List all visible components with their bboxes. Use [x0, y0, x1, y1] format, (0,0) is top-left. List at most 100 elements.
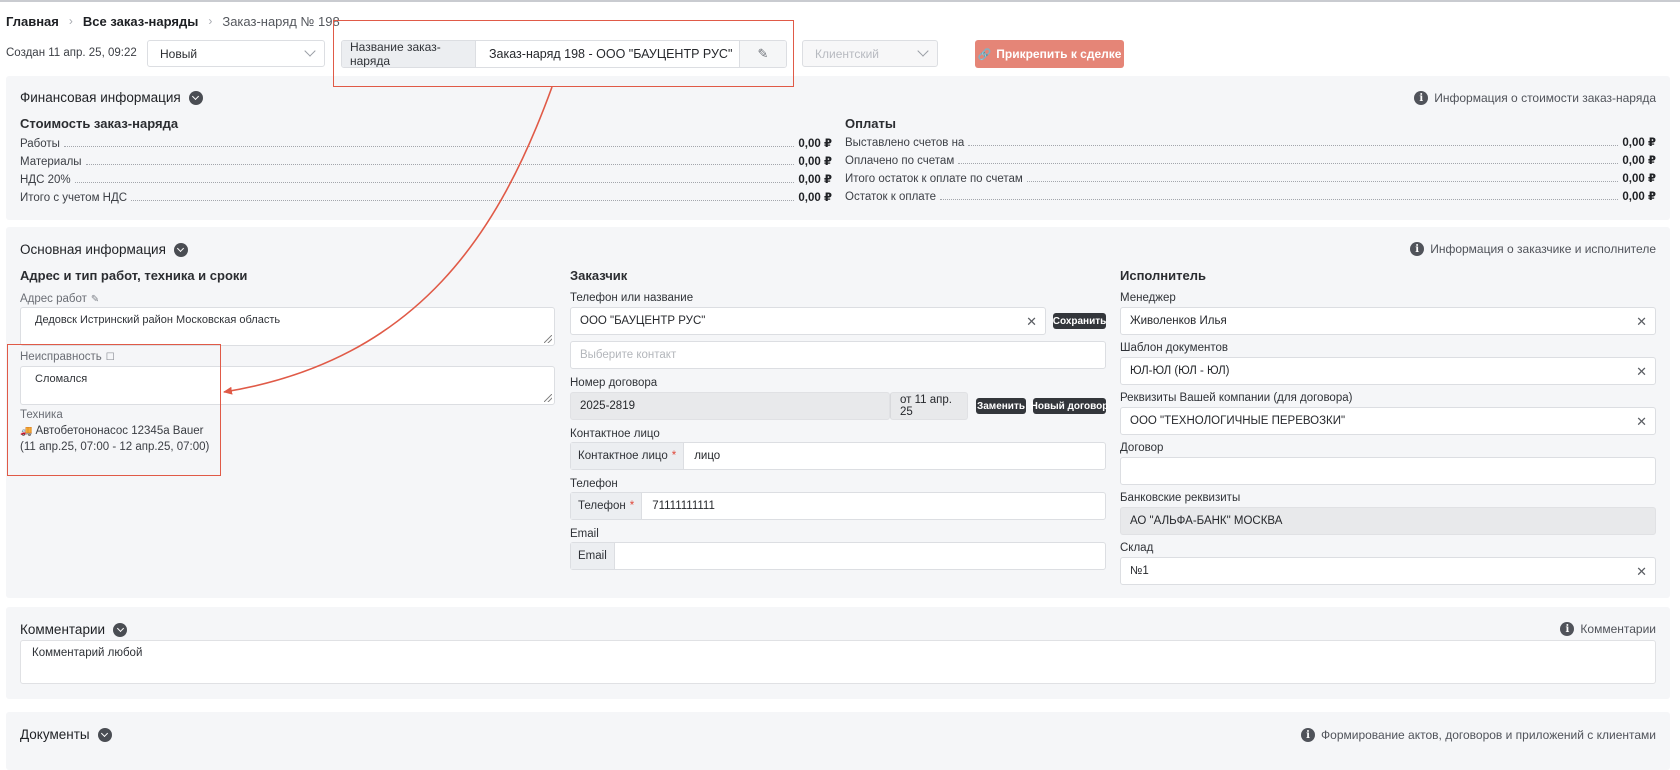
- warehouse-label: Склад: [1120, 542, 1154, 554]
- payment-row: Итого остаток к оплате по счетам 0,00 ₽: [845, 171, 1656, 185]
- main-info-title-text: Основная информация: [20, 242, 166, 257]
- payment-row-value: 0,00 ₽: [1622, 173, 1656, 185]
- manager-select[interactable]: Живоленков Илья ✕: [1120, 307, 1656, 335]
- chevron-down-circle-icon[interactable]: [97, 727, 112, 742]
- financial-section-title[interactable]: Финансовая информация: [20, 90, 203, 105]
- comments-title-text: Комментарии: [20, 622, 106, 637]
- comments-section-title[interactable]: Комментарии: [20, 622, 128, 637]
- phone-addon: Телефон *: [571, 493, 643, 519]
- comment-value: Комментарий любой: [32, 647, 143, 659]
- contact-person-addon-text: Контактное лицо: [578, 450, 668, 462]
- contact-person-value: лицо: [694, 450, 721, 462]
- chevron-down-circle-icon[interactable]: [173, 242, 188, 257]
- clear-icon[interactable]: ✕: [1636, 414, 1647, 430]
- warehouse-value: №1: [1130, 565, 1149, 577]
- main-info-section-title[interactable]: Основная информация: [20, 242, 188, 257]
- payment-row: Оплачено по счетам 0,00 ₽: [845, 153, 1656, 167]
- clear-icon[interactable]: ✕: [1636, 314, 1647, 330]
- bank-details-label: Банковские реквизиты: [1120, 492, 1241, 504]
- payment-row-label: Остаток к оплате: [845, 191, 936, 203]
- payment-row-label: Итого остаток к оплате по счетам: [845, 173, 1023, 185]
- info-icon: i: [1414, 91, 1429, 105]
- phone-label: Телефон: [570, 478, 618, 490]
- created-date: Создан 11 апр. 25, 09:22: [6, 47, 137, 59]
- payment-row-value: 0,00 ₽: [1622, 155, 1656, 167]
- chevron-down-icon: [917, 45, 929, 57]
- main-info-info-link[interactable]: i Информация о заказчике и исполнителе: [1410, 242, 1656, 256]
- resize-grip-icon[interactable]: [544, 394, 552, 402]
- comments-info-text: Комментарии: [1580, 622, 1656, 636]
- cost-row-label: Итого с учетом НДС: [20, 192, 128, 204]
- comment-textarea[interactable]: Комментарий любой: [20, 640, 1656, 684]
- phone-or-name-value: ООО "БАУЦЕНТР РУС": [580, 315, 706, 327]
- executor-contract-select[interactable]: [1120, 457, 1656, 485]
- status-select-value: Новый: [160, 46, 198, 61]
- attach-to-deal-label: Прикрепить к сделке: [996, 47, 1122, 61]
- contract-number-value: 2025-2819: [580, 400, 635, 412]
- status-select[interactable]: Новый: [147, 40, 325, 67]
- cost-row-value: 0,00 ₽: [798, 192, 832, 204]
- template-label: Шаблон документов: [1120, 342, 1228, 354]
- info-icon: i: [1301, 728, 1316, 742]
- comments-info-link[interactable]: i Комментарии: [1560, 622, 1656, 636]
- chevron-right-icon: ›: [68, 14, 73, 28]
- warehouse-select[interactable]: №1 ✕: [1120, 557, 1656, 585]
- address-label-text: Адрес работ: [20, 293, 87, 305]
- breadcrumb-orders[interactable]: Все заказ-наряды: [83, 14, 198, 29]
- documents-info-text: Формирование актов, договоров и приложен…: [1321, 728, 1656, 742]
- clear-icon[interactable]: ✕: [1026, 314, 1037, 330]
- attach-to-deal-button[interactable]: 🔗 Прикрепить к сделке: [975, 40, 1124, 68]
- annotation-box-title: [333, 20, 794, 87]
- address-value: Дедовск Истринский район Московская обла…: [35, 314, 281, 326]
- chevron-down-circle-icon[interactable]: [113, 622, 128, 637]
- documents-section-title[interactable]: Документы: [20, 727, 112, 742]
- company-details-select[interactable]: ООО "ТЕХНОЛОГИЧНЫЕ ПЕРЕВОЗКИ" ✕: [1120, 407, 1656, 435]
- address-textarea[interactable]: Дедовск Истринский район Московская обла…: [20, 307, 555, 346]
- breadcrumb: Главная › Все заказ-наряды › Заказ-наряд…: [6, 12, 340, 30]
- payment-row-label: Оплачено по счетам: [845, 155, 955, 167]
- contact-person-input[interactable]: Контактное лицо * лицо: [570, 442, 1106, 470]
- cost-row-label: Работы: [20, 138, 60, 150]
- financial-info-link[interactable]: i Информация о стоимости заказ-наряда: [1414, 91, 1656, 105]
- financial-info-text: Информация о стоимости заказ-наряда: [1434, 91, 1656, 105]
- email-input[interactable]: Email: [570, 542, 1106, 570]
- payment-row: Выставлено счетов на 0,00 ₽: [845, 135, 1656, 149]
- contract-number-input: 2025-2819: [570, 392, 890, 420]
- manager-value: Живоленков Илья: [1130, 315, 1227, 327]
- pencil-icon[interactable]: ✎: [91, 294, 99, 305]
- required-marker: *: [629, 500, 635, 512]
- manager-label: Менеджер: [1120, 292, 1176, 304]
- contact-select[interactable]: Выберите контакт: [570, 341, 1106, 369]
- documents-info-link[interactable]: i Формирование актов, договоров и прилож…: [1301, 728, 1656, 742]
- executor-column-title: Исполнитель: [1120, 268, 1206, 283]
- contact-placeholder: Выберите контакт: [580, 349, 677, 361]
- breadcrumb-home[interactable]: Главная: [6, 14, 59, 29]
- cost-row: Итого с учетом НДС 0,00 ₽: [20, 190, 832, 204]
- executor-contract-label: Договор: [1120, 442, 1164, 454]
- template-select[interactable]: ЮЛ-ЮЛ (ЮЛ - ЮЛ) ✕: [1120, 357, 1656, 385]
- resize-grip-icon[interactable]: [544, 335, 552, 343]
- new-contract-button[interactable]: Новый договор: [1031, 398, 1108, 414]
- clear-icon[interactable]: ✕: [1636, 364, 1647, 380]
- link-icon: 🔗: [977, 48, 992, 61]
- payment-row-label: Выставлено счетов на: [845, 137, 965, 149]
- contract-date-value: от 11 апр. 25: [900, 394, 952, 418]
- documents-title-text: Документы: [20, 727, 90, 742]
- phone-input[interactable]: Телефон * 71111111111: [570, 492, 1106, 520]
- cost-title: Стоимость заказ-наряда: [20, 116, 179, 131]
- company-details-label: Реквизиты Вашей компании (для договора): [1120, 392, 1353, 404]
- payment-row-value: 0,00 ₽: [1622, 191, 1656, 203]
- cost-row: Материалы 0,00 ₽: [20, 154, 832, 168]
- clear-icon[interactable]: ✕: [1636, 564, 1647, 580]
- bank-details-value: АО "АЛЬФА-БАНК" МОСКВА: [1130, 515, 1283, 527]
- phone-or-name-input[interactable]: ООО "БАУЦЕНТР РУС" ✕: [570, 307, 1046, 335]
- client-type-select[interactable]: Клиентский: [802, 40, 938, 67]
- chevron-down-circle-icon[interactable]: [188, 90, 203, 105]
- address-column-title: Адрес и тип работ, техника и сроки: [20, 268, 248, 283]
- replace-contract-button[interactable]: Заменить: [976, 398, 1026, 414]
- payment-row: Остаток к оплате 0,00 ₽: [845, 189, 1656, 203]
- client-type-value: Клиентский: [815, 46, 880, 61]
- chevron-down-icon: [304, 45, 316, 57]
- required-marker: *: [671, 450, 677, 462]
- save-customer-button[interactable]: Сохранить: [1053, 313, 1106, 329]
